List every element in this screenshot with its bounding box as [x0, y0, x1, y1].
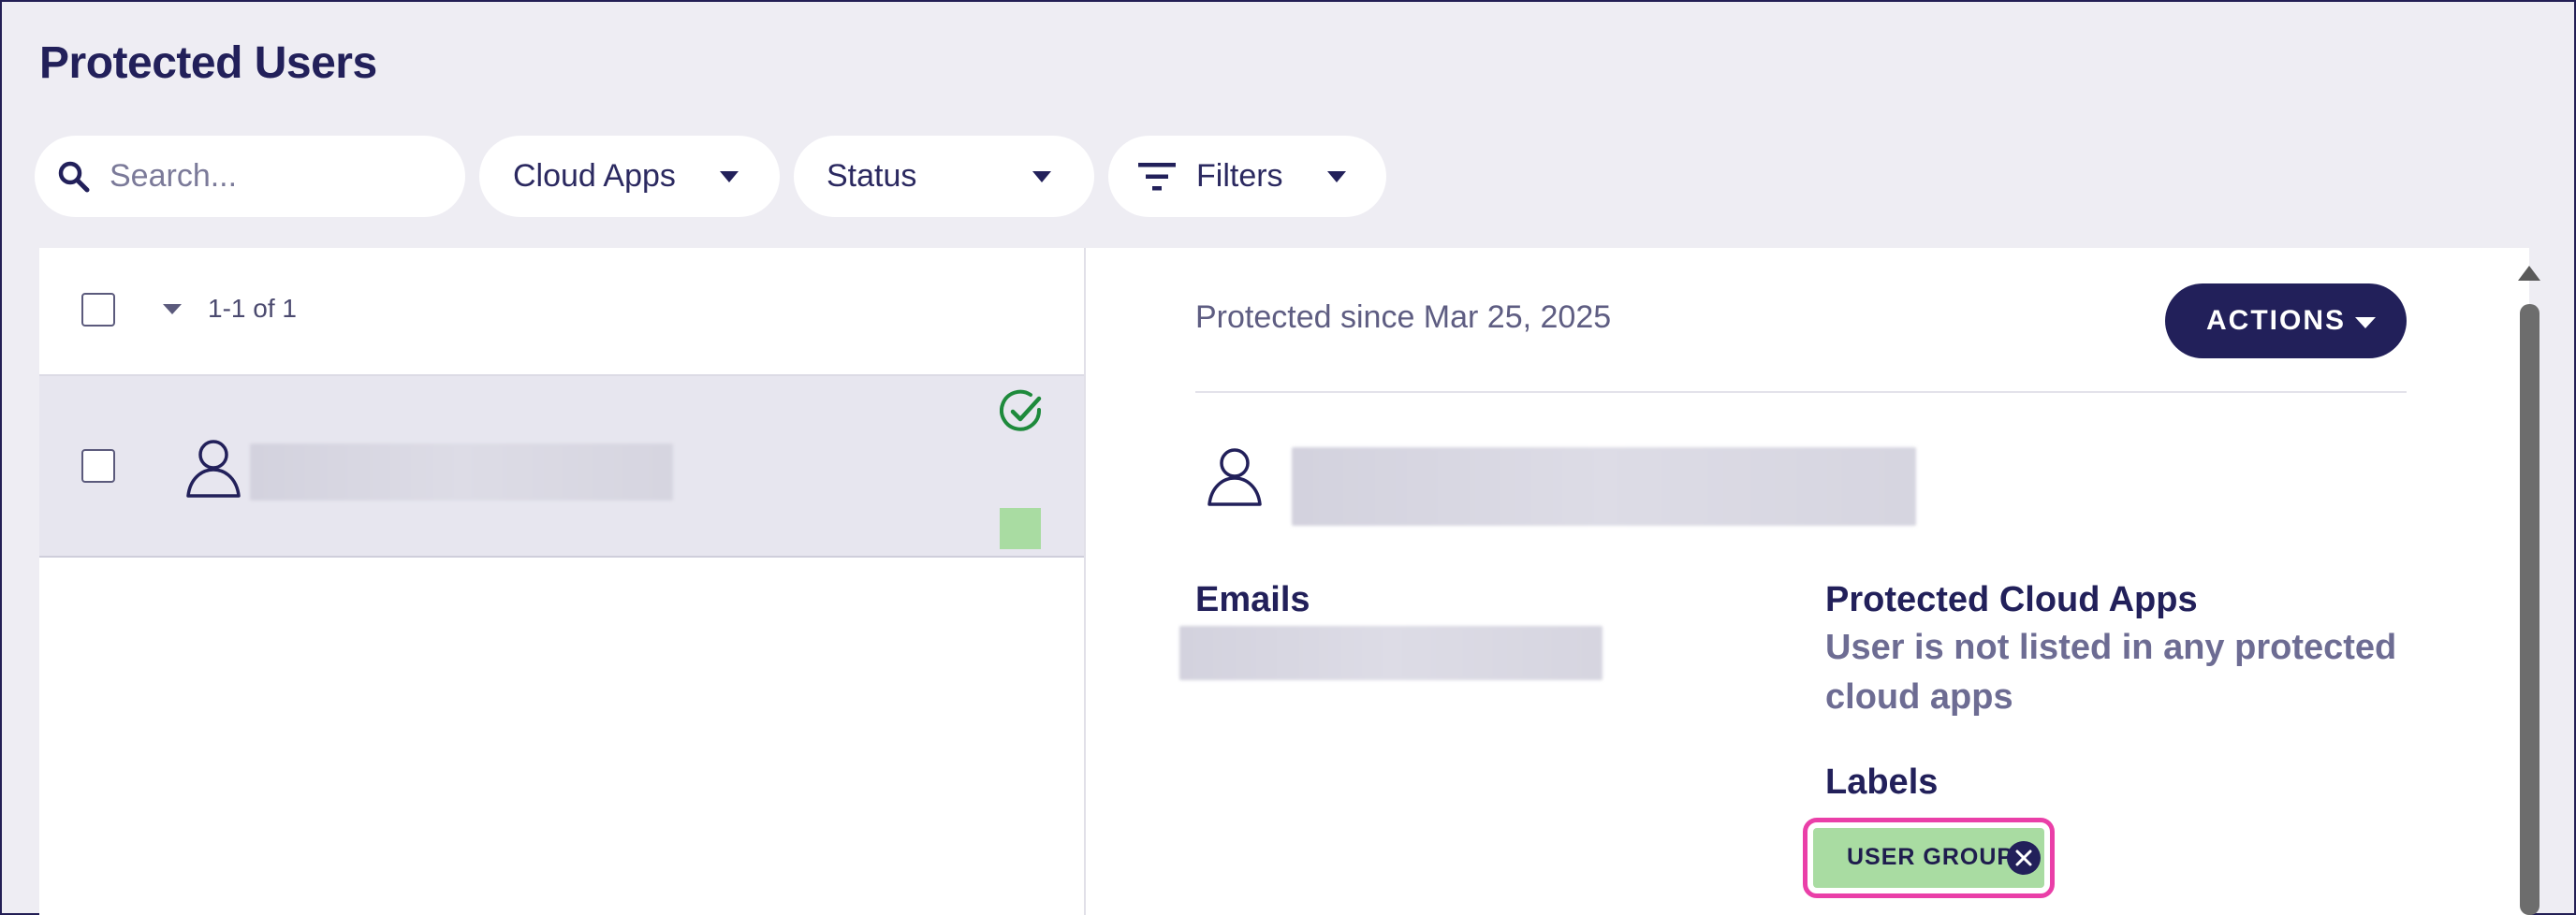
status-label: Status — [827, 158, 917, 194]
cloud-apps-dropdown[interactable]: Cloud Apps — [479, 136, 780, 217]
user-display-name-redacted — [1292, 447, 1916, 526]
remove-label-icon[interactable] — [2007, 841, 2041, 875]
page-title: Protected Users — [39, 38, 377, 88]
protected-cloud-apps-heading: Protected Cloud Apps — [1825, 580, 2198, 619]
email-redacted — [1179, 626, 1603, 680]
actions-button[interactable]: ACTIONS — [2165, 283, 2407, 358]
scroll-up-arrow-icon[interactable] — [2518, 266, 2540, 281]
result-count: 1-1 of 1 — [208, 294, 297, 323]
user-list-panel: 1-1 of 1 — [39, 248, 1084, 915]
label-chip[interactable]: USER GROUP 1 — [1803, 818, 2055, 898]
protected-since-text: Protected since Mar 25, 2025 — [1195, 299, 1612, 335]
protected-cloud-apps-text: User is not listed in any protected clou… — [1825, 628, 2397, 717]
check-circle-icon — [1000, 389, 1045, 439]
scrollbar-thumb[interactable] — [2520, 304, 2539, 915]
chevron-down-icon — [2355, 317, 2376, 328]
select-menu-chevron-icon[interactable] — [163, 304, 182, 314]
search-input[interactable] — [110, 154, 437, 197]
select-all-checkbox[interactable] — [81, 293, 115, 327]
user-icon — [1206, 444, 1264, 513]
chevron-down-icon — [720, 171, 739, 182]
actions-label: ACTIONS — [2206, 305, 2346, 336]
filters-dropdown[interactable]: Filters — [1108, 136, 1386, 217]
chevron-down-icon — [1032, 171, 1051, 182]
search-icon — [55, 158, 93, 200]
row-checkbox[interactable] — [81, 449, 115, 483]
filters-label: Filters — [1196, 158, 1283, 194]
emails-heading: Emails — [1195, 580, 1310, 619]
divider — [1195, 391, 2407, 393]
chevron-down-icon — [1327, 171, 1346, 182]
filter-icon — [1138, 161, 1176, 201]
user-name-redacted — [250, 443, 673, 501]
cloud-apps-label: Cloud Apps — [513, 158, 676, 194]
label-color-swatch — [1000, 508, 1041, 549]
search-box[interactable] — [35, 136, 465, 217]
user-detail-panel: Protected since Mar 25, 2025 ACTIONS Ema… — [1086, 248, 2529, 915]
user-icon — [184, 436, 242, 502]
status-dropdown[interactable]: Status — [794, 136, 1094, 217]
table-row[interactable] — [39, 374, 1084, 558]
labels-heading: Labels — [1825, 762, 1939, 802]
